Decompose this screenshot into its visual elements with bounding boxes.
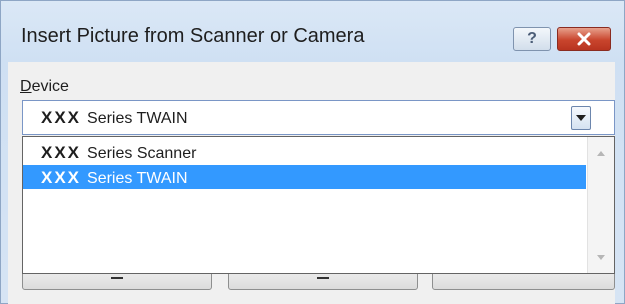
scroll-up-arrow-icon[interactable] <box>597 151 605 156</box>
device-selected-name: Series TWAIN <box>87 110 188 127</box>
list-item[interactable]: XXX Series Scanner <box>23 140 586 164</box>
question-mark-icon: ? <box>527 30 537 47</box>
dropdown-scrollbar[interactable] <box>587 137 614 273</box>
window-title: Insert Picture from Scanner or Camera <box>21 25 365 47</box>
button-accelerator-mark <box>317 277 329 279</box>
scroll-down-arrow-icon[interactable] <box>597 255 605 260</box>
button-accelerator-mark <box>111 277 123 279</box>
device-combobox[interactable]: XXX Series TWAIN <box>22 100 615 135</box>
list-item-selected[interactable]: XXX Series TWAIN <box>23 165 586 189</box>
list-item-text: XXX Series Scanner <box>41 143 196 163</box>
list-item-name: Series Scanner <box>87 145 197 162</box>
list-item-text: XXX Series TWAIN <box>41 168 188 188</box>
device-dropdown-button[interactable] <box>571 106 591 130</box>
device-dropdown-list: XXX Series Scanner XXX Series TWAIN <box>22 136 615 274</box>
device-label-text: evice <box>31 78 69 95</box>
close-button[interactable] <box>557 27 611 51</box>
device-selected-value: XXX Series TWAIN <box>41 108 188 128</box>
device-selected-brand: XXX <box>41 108 82 127</box>
title-bar[interactable]: Insert Picture from Scanner or Camera ? <box>1 1 624 63</box>
list-item-name: Series TWAIN <box>87 170 188 187</box>
list-item-brand: XXX <box>41 168 82 187</box>
close-icon <box>577 32 591 46</box>
chevron-down-icon <box>576 115 586 121</box>
list-item-brand: XXX <box>41 143 82 162</box>
device-label: Device <box>20 78 69 96</box>
help-button[interactable]: ? <box>513 27 551 51</box>
device-label-accelerator: D <box>20 78 32 95</box>
